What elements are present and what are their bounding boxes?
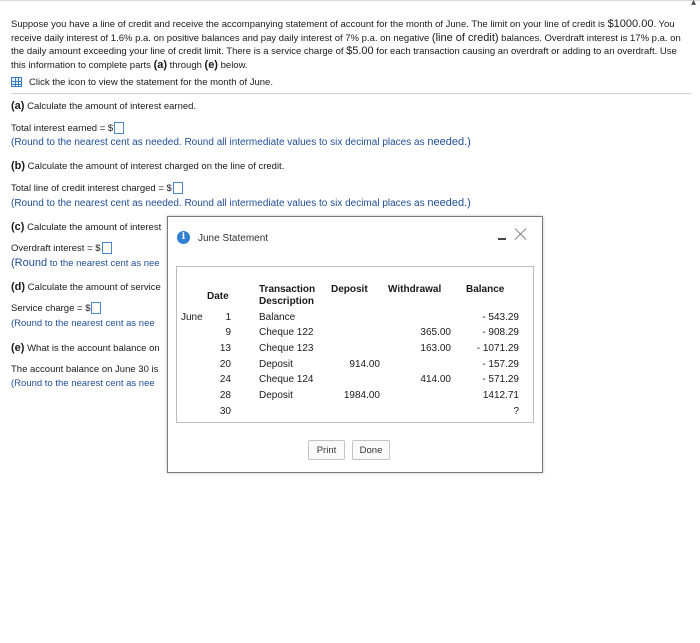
print-button[interactable]: Print: [308, 440, 345, 460]
part-e-question: (e) What is the account balance on: [11, 342, 160, 354]
hint-text: (Round to the nearest cent as needed. Ro…: [11, 137, 428, 148]
header-description: Description: [259, 296, 315, 307]
top-border: [0, 0, 700, 1]
part-e-answer: The account balance on June 30 is: [11, 364, 158, 375]
part-c-answer: Overdraft interest = $: [11, 242, 112, 254]
row-month: June: [181, 312, 203, 323]
row-deposit: 914.00: [349, 359, 380, 370]
hint-text: (Round to the nearest cent as needed. Ro…: [11, 198, 428, 209]
header-deposit: Deposit: [331, 284, 368, 295]
statement-table: Date Transaction Description Deposit Wit…: [176, 266, 534, 423]
dialog-title: June Statement: [198, 233, 269, 244]
part-c-label: (c): [11, 221, 25, 233]
intro-text: through: [167, 59, 205, 71]
part-d-question: (d) Calculate the amount of service: [11, 281, 161, 293]
part-c-text: Calculate the amount of interest: [24, 222, 162, 233]
part-b-input[interactable]: [172, 182, 183, 194]
row-day: 20: [219, 359, 231, 370]
hint-text: needed.): [427, 197, 471, 209]
part-d-input[interactable]: [91, 302, 102, 314]
part-c-input[interactable]: [101, 242, 112, 254]
part-a-answer: Total interest earned = $: [11, 122, 125, 134]
part-a-question: (a) Calculate the amount of interest ear…: [11, 100, 196, 112]
problem-intro: Suppose you have a line of credit and re…: [11, 18, 691, 72]
row-balance: ?: [513, 406, 519, 417]
row-day: 9: [225, 327, 231, 338]
hint-text: needed.): [427, 136, 471, 148]
row-balance: - 908.29: [482, 327, 519, 338]
hint-text: (Round: [11, 257, 48, 269]
intro-text: (line of credit): [431, 31, 499, 44]
part-b-label: (b): [11, 160, 26, 172]
intro-text: Suppose you have a line of credit and re…: [11, 19, 608, 30]
service-charge-amount: $5.00: [346, 45, 374, 57]
part-d-text: Calculate the amount of service: [25, 282, 161, 293]
row-balance: - 1071.29: [476, 343, 519, 354]
info-icon: i: [177, 231, 190, 244]
corner-mark: ▴: [690, 0, 696, 8]
part-b-hint: (Round to the nearest cent as needed. Ro…: [11, 197, 471, 209]
row-description: Cheque 124: [259, 374, 314, 385]
row-day: 13: [219, 343, 231, 354]
problem-statement: Suppose you have a line of credit and re…: [11, 18, 691, 89]
row-balance: - 571.29: [482, 374, 519, 385]
part-e-hint: (Round to the nearest cent as nee: [11, 378, 155, 389]
view-statement-link[interactable]: Click the icon to view the statement for…: [11, 75, 691, 89]
part-e-label: (e): [11, 342, 25, 354]
part-e-text: What is the account balance on: [24, 343, 160, 354]
done-button[interactable]: Done: [352, 440, 390, 460]
row-description: Cheque 123: [259, 343, 314, 354]
part-c-hint: (Round to the nearest cent as nee: [11, 257, 160, 269]
intro-text: below.: [217, 59, 248, 71]
row-day: 24: [219, 374, 231, 385]
header-withdrawal: Withdrawal: [388, 284, 442, 295]
part-d-hint: (Round to the nearest cent as nee: [11, 318, 155, 329]
part-a-input[interactable]: [114, 122, 125, 134]
part-a-answer-label: Total interest earned = $: [11, 122, 114, 134]
part-a-hint: (Round to the nearest cent as needed. Ro…: [11, 136, 471, 148]
close-icon[interactable]: [514, 227, 528, 241]
part-a-label: (a): [11, 100, 25, 112]
part-c-question: (c) Calculate the amount of interest: [11, 221, 161, 233]
header-date: Date: [207, 291, 229, 302]
part-d-label: (d): [11, 281, 26, 293]
part-b-answer: Total line of credit interest charged = …: [11, 182, 183, 194]
part-b-text: Calculate the amount of interest charged…: [25, 161, 285, 172]
hint-text: to the nearest cent as nee: [47, 258, 160, 269]
row-description: Deposit: [259, 390, 293, 401]
row-balance: - 157.29: [482, 359, 519, 370]
row-day: 1: [225, 312, 231, 323]
divider: [11, 93, 691, 94]
row-description: Balance: [259, 312, 296, 323]
table-icon[interactable]: [11, 77, 22, 87]
header-balance: Balance: [466, 284, 505, 295]
part-a-ref: (a): [153, 58, 168, 71]
header-description: Transaction: [259, 284, 316, 295]
part-a-text: Calculate the amount of interest earned.: [24, 101, 197, 112]
credit-limit: $1000.00: [607, 18, 654, 30]
minimize-icon[interactable]: [498, 238, 506, 240]
part-d-answer-label: Service charge = $: [11, 302, 91, 314]
part-e-answer-label: The account balance on June 30 is: [11, 364, 159, 375]
part-b-question: (b) Calculate the amount of interest cha…: [11, 160, 284, 172]
row-description: Cheque 122: [259, 327, 314, 338]
part-e-ref: (e): [204, 58, 218, 71]
row-day: 30: [219, 406, 231, 417]
row-balance: 1412.71: [482, 390, 519, 401]
part-c-answer-label: Overdraft interest = $: [11, 242, 101, 254]
row-deposit: 1984.00: [343, 390, 380, 401]
dialog-header: i June Statement: [168, 217, 542, 255]
row-description: Deposit: [259, 359, 293, 370]
row-day: 28: [219, 390, 231, 401]
row-balance: - 543.29: [482, 312, 519, 323]
part-d-answer: Service charge = $: [11, 302, 102, 314]
part-b-answer-label: Total line of credit interest charged = …: [11, 182, 172, 194]
statement-link-text: Click the icon to view the statement for…: [29, 76, 273, 88]
june-statement-dialog: i June Statement Date Transaction Descri…: [167, 216, 543, 473]
